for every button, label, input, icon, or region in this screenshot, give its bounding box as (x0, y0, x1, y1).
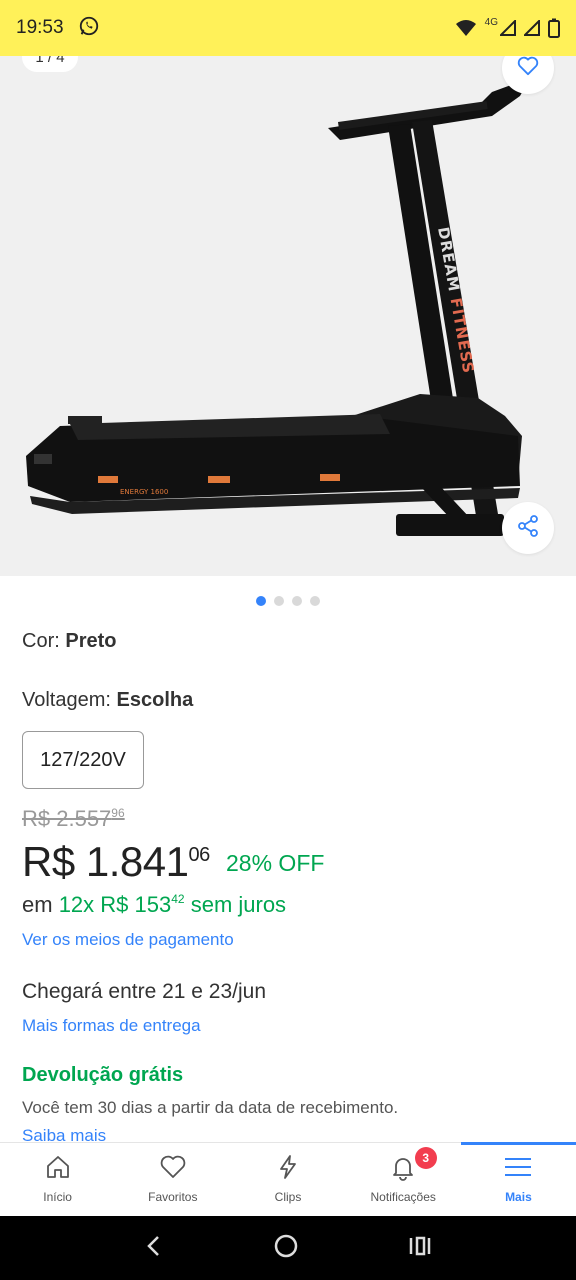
menu-icon (503, 1153, 533, 1186)
back-icon[interactable] (144, 1234, 164, 1263)
pagination-dot[interactable] (310, 596, 320, 606)
nav-label: Início (43, 1190, 72, 1204)
battery-icon (548, 18, 560, 38)
nav-label: Notificações (370, 1190, 436, 1204)
android-navigation-bar (0, 1216, 576, 1280)
signal-icon (524, 20, 540, 36)
color-value: Preto (65, 630, 117, 652)
gallery-pagination[interactable] (0, 596, 576, 606)
product-gallery[interactable]: DREAM FITNESS ENERGY 1600 1 / 4 (0, 56, 576, 576)
installments: em 12x R$ 15342 sem juros (22, 892, 286, 918)
notification-badge: 3 (414, 1147, 437, 1169)
nav-label: Clips (274, 1190, 302, 1204)
discount-badge: 28% OFF (226, 850, 325, 876)
wifi-icon (455, 19, 477, 37)
pagination-dot[interactable] (256, 596, 266, 606)
old-price: R$ 2.55796 (22, 806, 125, 832)
old-price-integer: R$ 2.557 (22, 806, 112, 831)
lightning-icon (274, 1153, 302, 1186)
delivery-options-link[interactable]: Mais formas de entrega (22, 1016, 201, 1036)
free-return-text: Você tem 30 dias a partir da data de rec… (22, 1098, 399, 1117)
color-row: Cor: Preto (22, 630, 116, 653)
free-return-title: Devolução grátis (22, 1064, 184, 1086)
voltage-label: Voltagem: (22, 689, 111, 711)
price-integer: R$ 1.841 (22, 838, 189, 885)
share-button[interactable] (502, 502, 554, 554)
whatsapp-icon (78, 15, 100, 42)
payment-methods-link[interactable]: Ver os meios de pagamento (22, 930, 234, 950)
home-circle-icon[interactable] (273, 1233, 299, 1264)
recents-icon[interactable] (408, 1234, 432, 1263)
pagination-dot[interactable] (274, 596, 284, 606)
voltage-value: Escolha (116, 689, 194, 711)
pagination-dot[interactable] (292, 596, 302, 606)
bottom-navigation: Início Favoritos Clips 3 Notificações Ma… (0, 1142, 576, 1216)
status-bar: 19:53 4G (0, 0, 576, 56)
color-label: Cor: (22, 630, 60, 652)
nav-item-favorites[interactable]: Favoritos (115, 1143, 230, 1216)
image-counter: 1 / 4 (22, 56, 78, 72)
model-text: ENERGY 1600 (120, 488, 168, 496)
voltage-option-button[interactable]: 127/220V (22, 731, 144, 789)
nav-item-home[interactable]: Início (0, 1143, 115, 1216)
voltage-row: Voltagem: Escolha (22, 689, 193, 712)
share-icon (517, 514, 539, 542)
bell-icon (389, 1153, 417, 1186)
price-cents: 06 (188, 844, 210, 866)
nav-item-clips[interactable]: Clips (230, 1143, 345, 1216)
installments-prefix: em (22, 892, 53, 917)
product-image: DREAM FITNESS ENERGY 1600 (26, 78, 530, 536)
old-price-cents: 96 (111, 806, 125, 820)
status-time: 19:53 (16, 17, 64, 38)
nav-label: Favoritos (148, 1190, 198, 1204)
installments-cents: 42 (171, 892, 185, 906)
heart-icon (159, 1153, 187, 1186)
heart-icon (517, 56, 539, 81)
delivery-estimate: Chegará entre 21 e 23/jun (22, 980, 267, 1003)
network-type: 4G (484, 16, 498, 28)
signal-icon (500, 20, 516, 36)
nav-item-notifications[interactable]: 3 Notificações (346, 1143, 461, 1216)
nav-label: Mais (505, 1190, 532, 1204)
current-price: R$ 1.84106 (22, 838, 210, 886)
nav-item-more[interactable]: Mais (460, 1142, 576, 1216)
home-icon (44, 1153, 72, 1186)
installments-value: 12x R$ 153 (58, 892, 172, 917)
installments-suffix: sem juros (190, 892, 287, 917)
